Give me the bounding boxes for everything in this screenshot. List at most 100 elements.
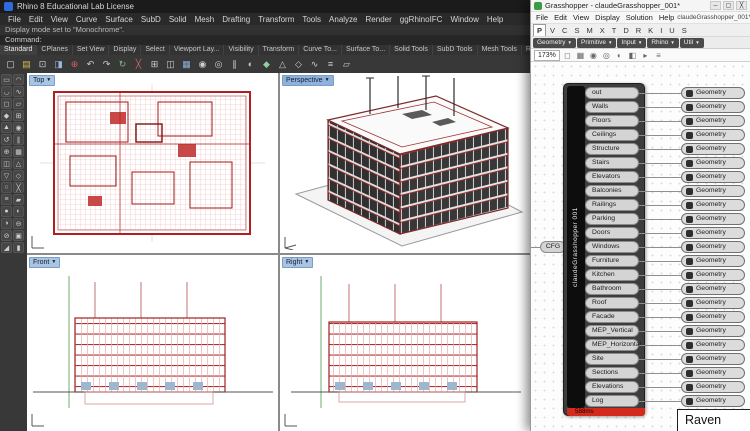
toolbar-icon[interactable]: ▢ — [3, 57, 18, 72]
component-output-param[interactable]: Floors — [585, 115, 639, 127]
component-output-param[interactable]: Windows — [585, 241, 639, 253]
category-tab[interactable]: T — [609, 25, 620, 36]
canvas-toolbar-icon[interactable]: ▦ — [575, 51, 586, 60]
canvas-toolbar-icon[interactable]: ◐ — [614, 51, 625, 60]
component-output-param[interactable]: MEP_Vertical — [585, 325, 639, 337]
canvas-toolbar-icon[interactable]: ▸ — [640, 51, 651, 60]
category-tab[interactable]: S — [571, 25, 582, 36]
component-output-param[interactable]: Walls — [585, 101, 639, 113]
panel-dropdown-button[interactable]: Primitive ▼ — [577, 38, 616, 48]
rhino-menu-item[interactable]: View — [47, 15, 72, 24]
geometry-param[interactable]: Geometry — [681, 269, 745, 281]
toolbar-icon[interactable]: ▦ — [179, 57, 194, 72]
geometry-param[interactable]: Geometry — [681, 129, 745, 141]
sidebar-tool-icon[interactable]: △ — [13, 158, 24, 169]
toolbar-icon[interactable]: ↶ — [83, 57, 98, 72]
toolbar-tab[interactable]: Display — [109, 45, 141, 55]
toolbar-icon[interactable]: ∥ — [227, 57, 242, 72]
toolbar-tab[interactable]: CPlanes — [37, 45, 72, 55]
rhino-menu-item[interactable]: Surface — [101, 15, 137, 24]
component-output-param[interactable]: Elevators — [585, 171, 639, 183]
component-output-param[interactable]: Railings — [585, 199, 639, 211]
panel-dropdown-button[interactable]: Input ▼ — [617, 38, 646, 48]
category-tab[interactable]: P — [533, 24, 546, 36]
toolbar-icon[interactable]: ◆ — [259, 57, 274, 72]
category-tab[interactable]: D — [620, 25, 631, 36]
geometry-param[interactable]: Geometry — [681, 325, 745, 337]
viewport-perspective[interactable]: Perspective ▼ — [280, 73, 531, 253]
geometry-param[interactable]: Geometry — [681, 339, 745, 351]
component-output-param[interactable]: Ceilings — [585, 129, 639, 141]
toolbar-icon[interactable]: ◫ — [163, 57, 178, 72]
window-control-button[interactable]: ╳ — [736, 1, 747, 10]
sidebar-tool-icon[interactable]: ⊘ — [1, 230, 12, 241]
geometry-param[interactable]: Geometry — [681, 87, 745, 99]
geometry-param[interactable]: Geometry — [681, 241, 745, 253]
grasshopper-menu-item[interactable]: View — [570, 13, 592, 22]
toolbar-tab[interactable]: Visibility — [224, 45, 258, 55]
geometry-param[interactable]: Geometry — [681, 101, 745, 113]
sidebar-tool-icon[interactable]: ╳ — [13, 182, 24, 193]
toolbar-icon[interactable]: ╳ — [131, 57, 146, 72]
geometry-param[interactable]: Geometry — [681, 227, 745, 239]
viewport-front-label[interactable]: Front ▼ — [29, 257, 60, 268]
category-tab[interactable]: S — [679, 25, 690, 36]
component-name-bar[interactable]: claudeGrasshopper 001 — [567, 86, 585, 408]
rhino-menu-item[interactable]: Transform — [254, 15, 298, 24]
geometry-param[interactable]: Geometry — [681, 255, 745, 267]
rhino-menu-item[interactable]: Render — [362, 15, 396, 24]
component-output-param[interactable]: Doors — [585, 227, 639, 239]
sidebar-tool-icon[interactable]: ▣ — [13, 230, 24, 241]
geometry-param[interactable]: Geometry — [681, 297, 745, 309]
panel-dropdown-button[interactable]: Geometry ▼ — [533, 38, 576, 48]
grasshopper-menu-item[interactable]: Edit — [551, 13, 570, 22]
panel-dropdown-button[interactable]: Util ▼ — [680, 38, 704, 48]
sidebar-tool-icon[interactable]: ◫ — [1, 158, 12, 169]
component-output-param[interactable]: Roof — [585, 297, 639, 309]
geometry-param[interactable]: Geometry — [681, 395, 745, 407]
geometry-param[interactable]: Geometry — [681, 199, 745, 211]
rhino-menu-item[interactable]: Edit — [25, 15, 47, 24]
geometry-param[interactable]: Geometry — [681, 367, 745, 379]
sidebar-tool-icon[interactable]: ◇ — [13, 170, 24, 181]
component-output-param[interactable]: Bathroom — [585, 283, 639, 295]
rhino-menu-item[interactable]: Analyze — [325, 15, 361, 24]
sidebar-tool-icon[interactable]: ↺ — [1, 134, 12, 145]
category-tab[interactable]: M — [583, 25, 595, 36]
canvas-toolbar-icon[interactable]: ◧ — [627, 51, 638, 60]
geometry-param[interactable]: Geometry — [681, 185, 745, 197]
sidebar-tool-icon[interactable]: ⊞ — [13, 110, 24, 121]
toolbar-tab[interactable]: Solid Tools — [390, 45, 433, 55]
raven-panel[interactable]: Raven — [677, 409, 750, 431]
geometry-param[interactable]: Geometry — [681, 213, 745, 225]
viewport-top[interactable]: Top ▼ — [27, 73, 278, 253]
sidebar-tool-icon[interactable]: ● — [1, 206, 12, 217]
sidebar-tool-icon[interactable]: ▦ — [13, 146, 24, 157]
toolbar-icon[interactable]: △ — [275, 57, 290, 72]
toolbar-tab[interactable]: Mesh Tools — [478, 45, 522, 55]
sidebar-tool-icon[interactable]: ◆ — [1, 110, 12, 121]
component-output-param[interactable]: Site — [585, 353, 639, 365]
grasshopper-canvas[interactable]: CFG claudeGrasshopper 001 out Geometry W… — [531, 62, 750, 431]
rhino-menu-item[interactable]: Curve — [72, 15, 101, 24]
toolbar-icon[interactable]: ≡ — [323, 57, 338, 72]
toolbar-icon[interactable]: ↻ — [115, 57, 130, 72]
rhino-menu-item[interactable]: Solid — [165, 15, 191, 24]
category-tab[interactable]: C — [559, 25, 570, 36]
viewport-right[interactable]: Right ▼ — [280, 255, 531, 431]
toolbar-tab[interactable]: Surface To... — [342, 45, 390, 55]
component-output-param[interactable]: Elevations — [585, 381, 639, 393]
window-control-button[interactable]: ─ — [710, 1, 721, 10]
sidebar-tool-icon[interactable]: ⊕ — [1, 146, 12, 157]
sidebar-tool-icon[interactable]: ▽ — [1, 170, 12, 181]
toolbar-icon[interactable]: ▱ — [339, 57, 354, 72]
toolbar-icon[interactable]: ▤ — [19, 57, 34, 72]
geometry-param[interactable]: Geometry — [681, 311, 745, 323]
geometry-param[interactable]: Geometry — [681, 115, 745, 127]
rhino-menu-item[interactable]: Help — [483, 15, 507, 24]
command-prompt[interactable]: Command: — [0, 35, 531, 45]
toolbar-tab[interactable]: Select — [141, 45, 169, 55]
geometry-param[interactable]: Geometry — [681, 143, 745, 155]
component-output-param[interactable]: Facade — [585, 311, 639, 323]
toolbar-icon[interactable]: ↷ — [99, 57, 114, 72]
